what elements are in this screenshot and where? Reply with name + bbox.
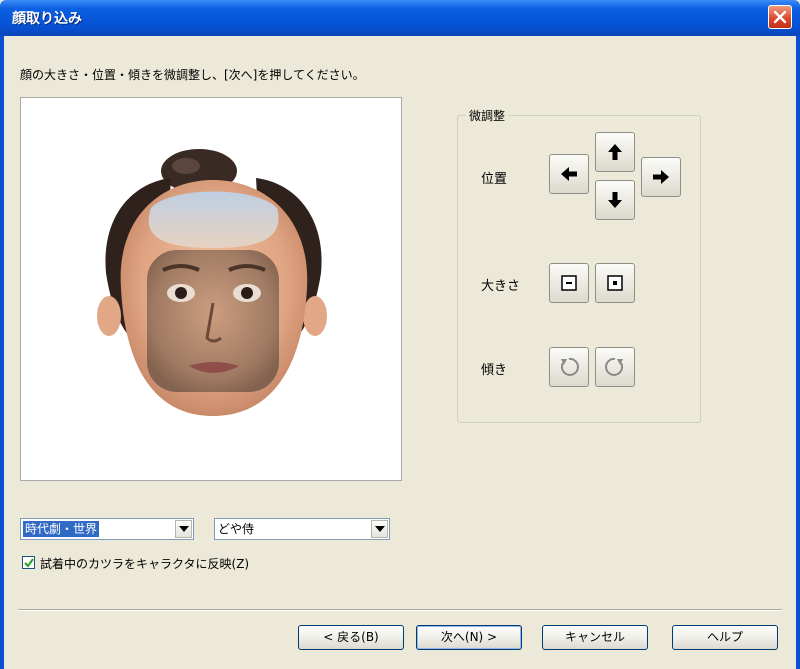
face-preview-image <box>97 149 327 416</box>
rotate-left-icon <box>560 357 579 376</box>
rotate-right-button[interactable] <box>595 347 635 387</box>
enlarge-icon <box>607 275 623 291</box>
window-title: 顔取り込み <box>12 11 82 27</box>
cancel-button[interactable]: キャンセル <box>542 625 648 650</box>
arrow-left-icon <box>561 167 577 181</box>
apply-wig-label[interactable]: 試着中のカツラをキャラクタに反映(Z) <box>40 555 249 572</box>
back-button[interactable]: < 戻る(B) <box>298 625 404 650</box>
move-down-button[interactable] <box>595 180 635 220</box>
rotate-right-icon <box>605 357 624 376</box>
button-separator <box>18 609 782 611</box>
character-dropdown[interactable]: どや侍 <box>214 518 390 540</box>
category-dropdown-arrow[interactable] <box>175 520 192 538</box>
tilt-label: 傾き <box>481 363 508 378</box>
size-label: 大きさ <box>481 279 521 294</box>
chevron-down-icon <box>375 526 385 532</box>
arrow-up-icon <box>608 144 622 160</box>
chevron-down-icon <box>179 526 189 532</box>
arrow-down-icon <box>608 192 622 208</box>
title-bar: 顔取り込み <box>0 0 800 36</box>
arrow-right-icon <box>653 170 669 184</box>
rotate-left-button[interactable] <box>549 347 589 387</box>
instruction-text: 顔の大きさ・位置・傾きを微調整し、[次へ]を押してください。 <box>20 68 365 82</box>
character-dropdown-arrow[interactable] <box>371 520 388 538</box>
adjust-legend: 微調整 <box>466 107 509 124</box>
category-dropdown-value: 時代劇・世界 <box>23 521 100 537</box>
enlarge-button[interactable] <box>595 263 635 303</box>
shrink-button[interactable] <box>549 263 589 303</box>
face-preview <box>20 97 402 481</box>
close-icon <box>773 10 787 24</box>
move-up-button[interactable] <box>595 132 635 172</box>
next-button[interactable]: 次へ(N) > <box>416 625 522 650</box>
position-label: 位置 <box>481 172 508 187</box>
category-dropdown[interactable]: 時代劇・世界 <box>20 518 194 540</box>
move-left-button[interactable] <box>549 154 589 194</box>
character-dropdown-value: どや侍 <box>218 522 255 536</box>
shrink-icon <box>561 275 577 291</box>
window-frame-right <box>796 36 800 669</box>
move-right-button[interactable] <box>641 157 681 197</box>
close-button[interactable] <box>768 5 792 29</box>
checkmark-icon <box>24 558 34 568</box>
window-frame-left <box>0 36 4 669</box>
apply-wig-checkbox[interactable] <box>22 556 35 569</box>
help-button[interactable]: ヘルプ <box>672 625 778 650</box>
